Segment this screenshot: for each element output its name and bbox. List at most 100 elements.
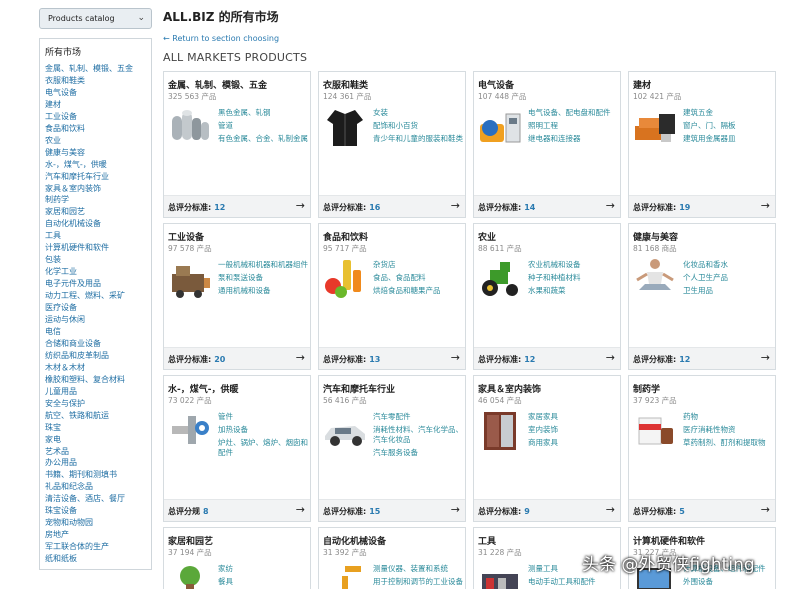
sidebar-item[interactable]: 汽车和摩托车行业 (45, 171, 151, 183)
market-card[interactable]: 食品和饮料 95 717 产品 杂货店 食品、食品配料 烘焙食品和糖果产品 总评分标准: 1… (318, 223, 466, 370)
market-card[interactable]: 建材 102 421 产品 建筑五金 窗户、门、隔板 建筑用金属器皿 总评分标准: 19 → (628, 71, 776, 218)
sidebar-item[interactable]: 合储和商业设备 (45, 338, 151, 350)
card-standard-value[interactable]: 19 (679, 203, 690, 212)
card-subcategory-link[interactable]: 家纺 (218, 564, 309, 574)
card-title[interactable]: 计算机硬件和软件 (633, 534, 705, 547)
market-card[interactable]: 制药学 37 923 产品 药物 医疗消耗性物资 草药制剂、酊剂和提取物 总评分标准: 5 → (628, 375, 776, 522)
card-subcategory-link[interactable]: 医疗消耗性物资 (683, 425, 774, 435)
card-subcategory-link[interactable]: 商用家具 (528, 438, 619, 448)
sidebar-item[interactable]: 电子元件及用品 (45, 278, 151, 290)
sidebar-item[interactable]: 纺织品和皮革制品 (45, 350, 151, 362)
card-subcategory-link[interactable]: 电气设备、配电盘和配件 (528, 108, 619, 118)
sidebar-item[interactable]: 食品和饮料 (45, 123, 151, 135)
card-standard-value[interactable]: 12 (214, 203, 225, 212)
market-card[interactable]: 健康与美容 81 168 商品 化妆品和香水 个人卫生产品 卫生用品 总评分标准: 12 → (628, 223, 776, 370)
sidebar-item[interactable]: 房地产 (45, 529, 151, 541)
card-subcategory-link[interactable]: 个人卫生产品 (683, 273, 774, 283)
card-title[interactable]: 食品和饮料 (323, 230, 368, 243)
card-subcategory-link[interactable]: 窗户、门、隔板 (683, 121, 774, 131)
sidebar-item[interactable]: 珠宝 (45, 422, 151, 434)
card-subcategory-link[interactable]: 炉灶、锅炉、熔炉、烟囱和配件 (218, 438, 309, 458)
sidebar-item[interactable]: 橡胶和塑料、复合材料 (45, 374, 151, 386)
card-standard-value[interactable]: 12 (524, 355, 535, 364)
sidebar-item[interactable]: 书籍、期刊和测填书 (45, 469, 151, 481)
sidebar-item[interactable]: 化学工业 (45, 266, 151, 278)
sidebar-item[interactable]: 制药学 (45, 194, 151, 206)
card-title[interactable]: 农业 (478, 230, 496, 243)
sidebar-item[interactable]: 动力工程、燃料、采矿 (45, 290, 151, 302)
card-subcategory-link[interactable]: 配饰和小百货 (373, 121, 464, 131)
card-subcategory-link[interactable]: 种子和种植材料 (528, 273, 619, 283)
card-subcategory-link[interactable]: 泵和泵送设备 (218, 273, 309, 283)
sidebar-item[interactable]: 宠物和动物园 (45, 517, 151, 529)
sidebar-item[interactable]: 清洁设备、酒店、餐厅 (45, 493, 151, 505)
card-subcategory-link[interactable]: 化妆品和香水 (683, 260, 774, 270)
card-title[interactable]: 水-，煤气-，供暖 (168, 382, 238, 395)
sidebar-item[interactable]: 健康与美容 (45, 147, 151, 159)
card-subcategory-link[interactable]: 家居家具 (528, 412, 619, 422)
card-subcategory-link[interactable]: 汽车服务设备 (373, 448, 464, 458)
sidebar-item[interactable]: 珠宝设备 (45, 505, 151, 517)
sidebar-item[interactable]: 纸和纸板 (45, 553, 151, 565)
sidebar-item[interactable]: 家居和园艺 (45, 206, 151, 218)
market-card[interactable]: 农业 88 611 产品 农业机械和设备 种子和种植材料 水果和蔬菜 总评分标准: 12 → (473, 223, 621, 370)
sidebar-item[interactable]: 衣服和鞋类 (45, 75, 151, 87)
card-subcategory-link[interactable]: 管件 (218, 412, 309, 422)
back-link[interactable]: ← Return to section choosing (163, 34, 279, 43)
card-title[interactable]: 衣服和鞋类 (323, 78, 368, 91)
card-subcategory-link[interactable]: 卫生用品 (683, 286, 774, 296)
card-subcategory-link[interactable]: 杂货店 (373, 260, 464, 270)
arrow-right-icon[interactable]: → (761, 503, 770, 516)
market-card[interactable]: 水-，煤气-，供暖 73 022 产品 管件 加热设备 炉灶、锅炉、熔炉、烟囱和配件 总评… (163, 375, 311, 522)
card-subcategory-link[interactable]: 消耗性材料、汽车化学品、汽车化妆品 (373, 425, 464, 445)
market-card[interactable]: 工业设备 97 578 产品 一般机械和机器和机器组件 泵和泵送设备 通用机械和设备 总评… (163, 223, 311, 370)
sidebar-item[interactable]: 电气设备 (45, 87, 151, 99)
card-standard-value[interactable]: 5 (679, 507, 685, 516)
card-subcategory-link[interactable]: 草药制剂、酊剂和提取物 (683, 438, 774, 448)
sidebar-item[interactable]: 安全与保护 (45, 398, 151, 410)
card-standard-value[interactable]: 9 (524, 507, 530, 516)
card-title[interactable]: 电气设备 (478, 78, 514, 91)
card-standard-value[interactable]: 8 (203, 507, 209, 516)
card-title[interactable]: 自动化机械设备 (323, 534, 386, 547)
sidebar-item[interactable]: 家具＆室内装饰 (45, 183, 151, 195)
market-card[interactable]: 电气设备 107 448 产品 电气设备、配电盘和配件 照明工程 继电器和连接器 总评分标… (473, 71, 621, 218)
card-subcategory-link[interactable]: 电动手动工具和配件 (528, 577, 619, 587)
sidebar-item[interactable]: 儿童用品 (45, 386, 151, 398)
card-subcategory-link[interactable]: 一般机械和机器和机器组件 (218, 260, 309, 270)
card-title[interactable]: 家居和园艺 (168, 534, 213, 547)
arrow-right-icon[interactable]: → (296, 351, 305, 364)
sidebar-item[interactable]: 工业设备 (45, 111, 151, 123)
card-subcategory-link[interactable]: 农业机械和设备 (528, 260, 619, 270)
card-standard-value[interactable]: 20 (214, 355, 225, 364)
sidebar-item[interactable]: 计算机硬件和软件 (45, 242, 151, 254)
market-card[interactable]: 衣服和鞋类 124 361 产品 女装 配饰和小百货 青少年和儿童的服装和鞋类 总评分标准… (318, 71, 466, 218)
card-subcategory-link[interactable]: 青少年和儿童的服装和鞋类 (373, 134, 464, 144)
sidebar-item[interactable]: 军工联合体的生产 (45, 541, 151, 553)
card-subcategory-link[interactable]: 女装 (373, 108, 464, 118)
sidebar-item[interactable]: 自动化机械设备 (45, 218, 151, 230)
card-subcategory-link[interactable]: 建筑五金 (683, 108, 774, 118)
arrow-right-icon[interactable]: → (761, 199, 770, 212)
card-subcategory-link[interactable]: 测量仪器、装置和系统 (373, 564, 464, 574)
card-subcategory-link[interactable]: 外围设备 (683, 577, 774, 587)
card-subcategory-link[interactable]: 烘焙食品和糖果产品 (373, 286, 464, 296)
card-standard-value[interactable]: 12 (679, 355, 690, 364)
market-card[interactable]: 金属、轧制、模锻、五金 325 563 产品 黑色金属、轧钢 管道 有色金属、合金、轧制… (163, 71, 311, 218)
arrow-right-icon[interactable]: → (296, 503, 305, 516)
sidebar-item[interactable]: 医疗设备 (45, 302, 151, 314)
card-subcategory-link[interactable]: 建筑用金属器皿 (683, 134, 774, 144)
market-card[interactable]: 家居和园艺 37 194 产品 家纺 餐具 (163, 527, 311, 589)
card-subcategory-link[interactable]: 黑色金属、轧钢 (218, 108, 309, 118)
card-title[interactable]: 健康与美容 (633, 230, 678, 243)
sidebar-item[interactable]: 建材 (45, 99, 151, 111)
sidebar-item[interactable]: 工具 (45, 230, 151, 242)
card-standard-value[interactable]: 14 (524, 203, 535, 212)
sidebar-item[interactable]: 礼品和纪念品 (45, 481, 151, 493)
sidebar-item[interactable]: 航空、铁路和航运 (45, 410, 151, 422)
market-card[interactable]: 自动化机械设备 31 392 产品 测量仪器、装置和系统 用于控制和调节的工业设备 (318, 527, 466, 589)
arrow-right-icon[interactable]: → (296, 199, 305, 212)
card-standard-value[interactable]: 13 (369, 355, 380, 364)
sidebar-item[interactable]: 运动与休闲 (45, 314, 151, 326)
card-subcategory-link[interactable]: 通用机械和设备 (218, 286, 309, 296)
